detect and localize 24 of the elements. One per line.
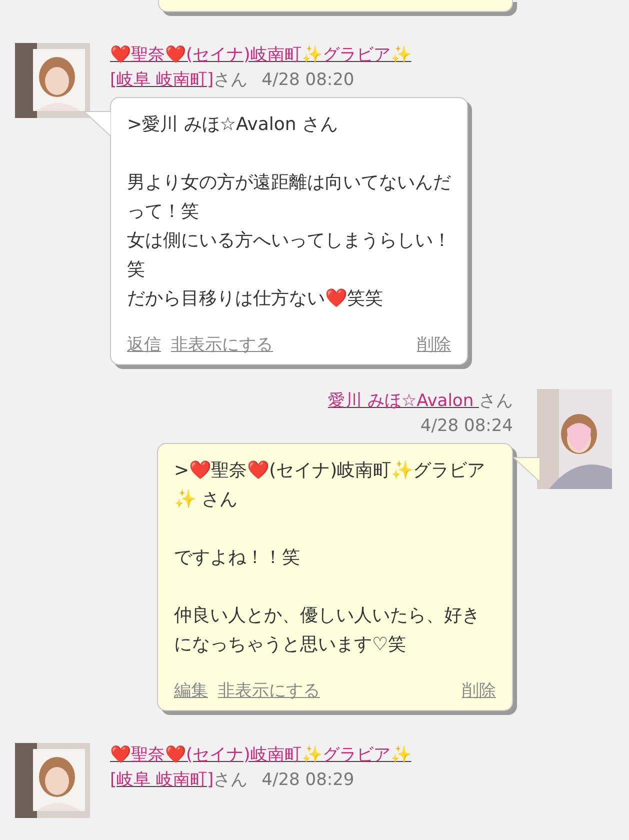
- action-link[interactable]: 非表示にする: [171, 333, 273, 358]
- delete-link[interactable]: 削除: [462, 679, 496, 704]
- message-text: >愛川 みほ☆Avalon さん: [127, 113, 340, 137]
- honorific-text: さん: [214, 770, 248, 790]
- timestamp: 4/28 08:20: [262, 70, 354, 90]
- sender-name-link[interactable]: 愛川 みほ☆Avalon: [328, 391, 479, 411]
- message-text: だから目移りは仕方ない❤笑笑: [127, 287, 384, 311]
- message-text: >❤聖奈❤(セイナ)岐南町✨グラビア✨ さん: [174, 459, 486, 512]
- location-link[interactable]: [岐阜 岐南町]: [110, 70, 214, 90]
- sender-name-link[interactable]: ❤聖奈❤(セイナ)岐南町✨グラビア✨: [110, 45, 412, 65]
- action-link[interactable]: 非表示にする: [218, 679, 320, 704]
- message-text: 女は側にいる方へいってしまうらしい！笑: [127, 229, 451, 282]
- timestamp: 4/28 08:29: [262, 770, 354, 790]
- location-link[interactable]: [岐阜 岐南町]: [110, 770, 214, 790]
- message-text: 男より女の方が遠距離は向いてないんだって！笑: [127, 171, 451, 224]
- honorific-text: さん: [479, 391, 513, 411]
- sender-name-link[interactable]: ❤聖奈❤(セイナ)岐南町✨グラビア✨: [110, 745, 412, 765]
- delete-link[interactable]: 削除: [417, 333, 451, 358]
- action-link[interactable]: 返信: [127, 333, 161, 358]
- message-text: ですよね！！笑: [174, 546, 301, 570]
- timestamp: 4/28 08:24: [420, 416, 513, 436]
- action-link[interactable]: 編集: [174, 679, 208, 704]
- message-text: 仲良い人とか、優しい人いたら、好きになっちゃうと思います♡笑: [174, 604, 481, 657]
- honorific-text: さん: [214, 70, 248, 90]
